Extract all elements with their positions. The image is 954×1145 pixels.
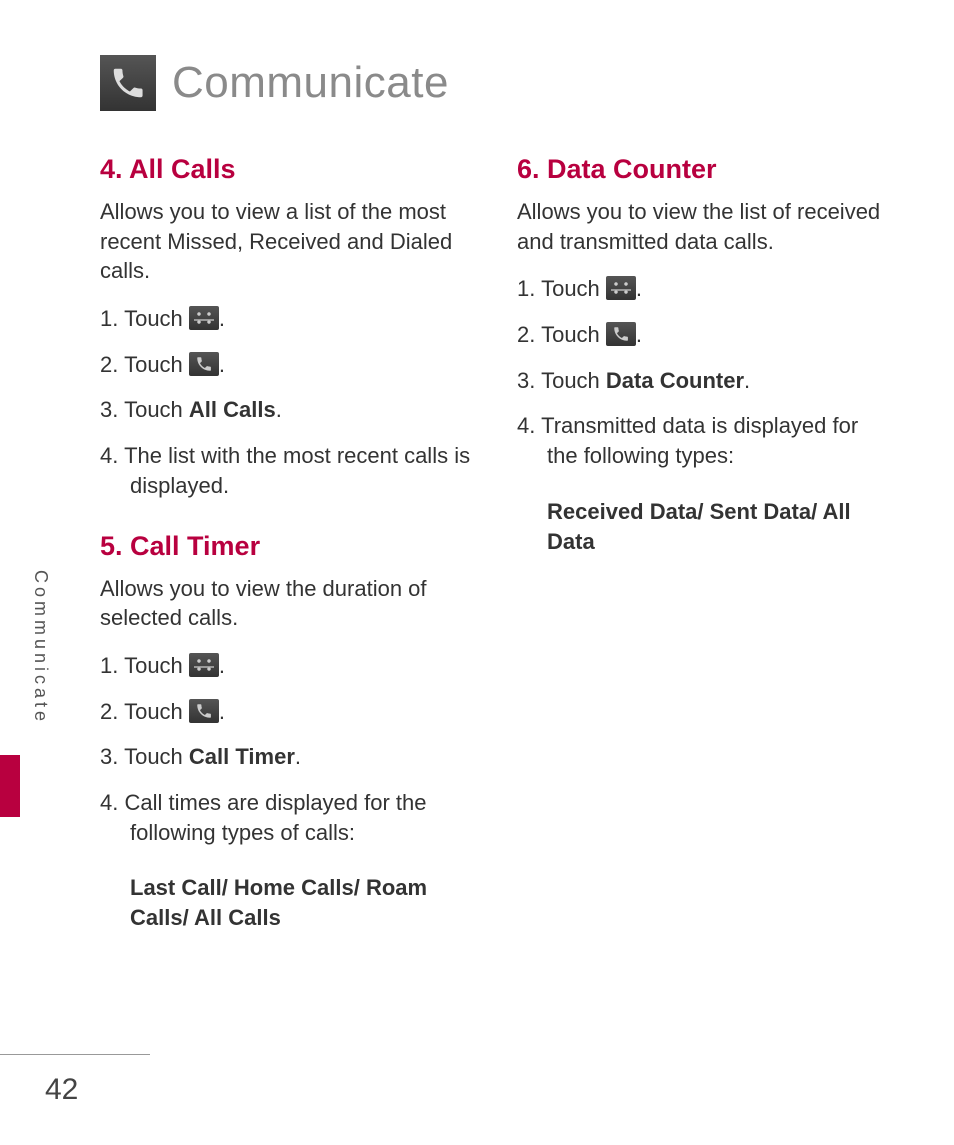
page-number: 42	[45, 1073, 78, 1107]
step: Touch .	[100, 350, 477, 380]
section-title-data-counter: 6. Data Counter	[517, 154, 894, 185]
call-timer-types: Last Call/ Home Calls/ Roam Calls/ All C…	[100, 873, 477, 932]
step: Call times are displayed for the followi…	[100, 788, 477, 847]
right-column: 6. Data Counter Allows you to view the l…	[517, 146, 894, 949]
step: Touch .	[517, 274, 894, 304]
step: Touch .	[100, 697, 477, 727]
section-intro: Allows you to view the list of received …	[517, 197, 894, 256]
section-intro: Allows you to view a list of the most re…	[100, 197, 477, 286]
step: Touch Data Counter.	[517, 366, 894, 396]
data-counter-types: Received Data/ Sent Data/ All Data	[517, 497, 894, 556]
left-column: 4. All Calls Allows you to view a list o…	[100, 146, 477, 949]
call-history-icon	[189, 352, 219, 376]
call-history-icon	[606, 322, 636, 346]
page-title: Communicate	[172, 58, 449, 108]
steps-list: Touch . Touch . Touch Data Counter. Tran…	[517, 274, 894, 470]
side-tab: Communicate	[0, 560, 24, 760]
section-intro: Allows you to view the duration of selec…	[100, 574, 477, 633]
step: Touch All Calls.	[100, 395, 477, 425]
page-header: Communicate	[100, 55, 894, 111]
phone-icon	[100, 55, 156, 111]
step: Touch .	[100, 651, 477, 681]
steps-list: Touch . Touch . Touch Call Timer. Call t…	[100, 651, 477, 847]
step: Touch .	[517, 320, 894, 350]
steps-list: Touch . Touch . Touch All Calls. The lis…	[100, 304, 477, 500]
step: Touch .	[100, 304, 477, 334]
section-title-call-timer: 5. Call Timer	[100, 531, 477, 562]
side-tab-label: Communicate	[0, 560, 53, 735]
side-tab-marker	[0, 755, 20, 817]
call-history-icon	[189, 699, 219, 723]
step: Transmitted data is displayed for the fo…	[517, 411, 894, 470]
apps-grid-icon	[189, 306, 219, 330]
footer-divider	[0, 1054, 150, 1055]
step: Touch Call Timer.	[100, 742, 477, 772]
apps-grid-icon	[189, 653, 219, 677]
section-title-all-calls: 4. All Calls	[100, 154, 477, 185]
apps-grid-icon	[606, 276, 636, 300]
step: The list with the most recent calls is d…	[100, 441, 477, 500]
